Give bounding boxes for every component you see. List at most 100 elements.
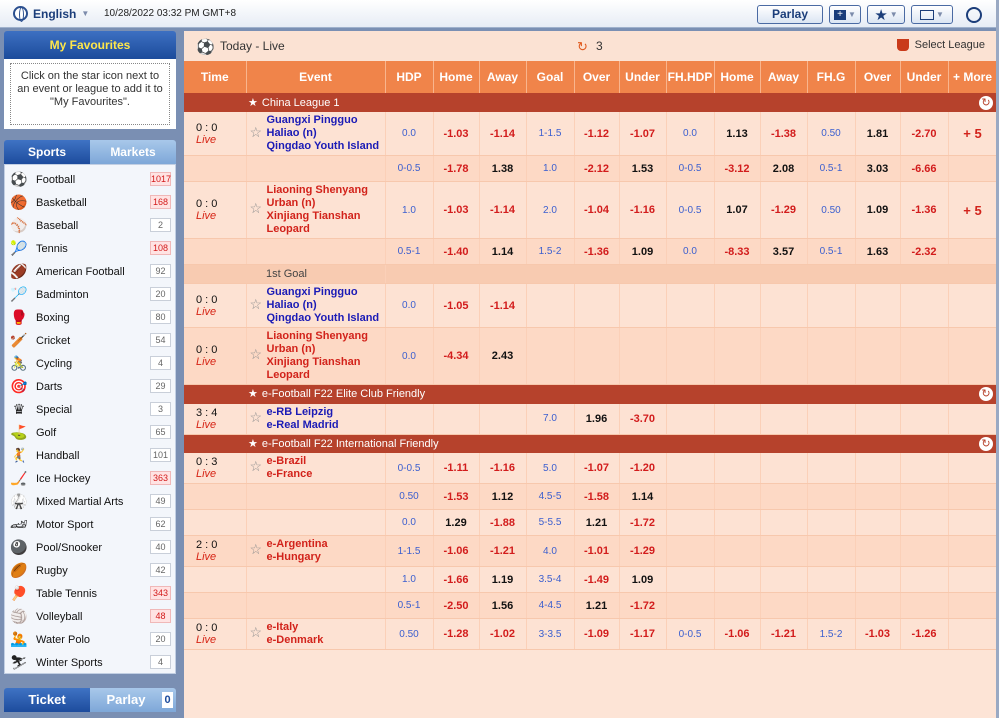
handicap-line[interactable]: 0.50 — [385, 483, 434, 510]
handicap-line[interactable]: 3.5-4 — [526, 566, 575, 593]
odds-cell[interactable]: -2.12 — [574, 155, 620, 182]
odds-cell[interactable]: 2.08 — [760, 155, 808, 182]
more-markets-link[interactable]: + 5 — [948, 181, 996, 239]
home-team[interactable]: e-Brazil — [267, 455, 385, 468]
refresh-icon[interactable]: ↻ — [979, 436, 993, 451]
odds-cell[interactable]: -1.49 — [574, 566, 620, 593]
handicap-line[interactable]: 0-0.5 — [385, 453, 434, 484]
handicap-line[interactable]: 2.0 — [526, 181, 575, 239]
odds-cell[interactable]: 1.53 — [619, 155, 667, 182]
sidebar-item-sport[interactable]: 🎾 Tennis 108 — [5, 237, 175, 260]
sidebar-item-sport[interactable]: 🏓 Table Tennis 343 — [5, 582, 175, 605]
select-league-button[interactable]: Select League — [896, 39, 985, 51]
handicap-line[interactable]: 1-1.5 — [526, 112, 575, 156]
parlay-mode-button[interactable]: Parlay — [757, 5, 823, 24]
handicap-line[interactable]: 7.0 — [526, 403, 575, 435]
sidebar-item-sport[interactable]: ⛷ Winter Sports 4 — [5, 651, 175, 674]
odds-cell[interactable]: -1.14 — [479, 283, 527, 328]
away-team[interactable]: Qingdao Youth Island — [267, 140, 385, 153]
odds-cell[interactable]: -1.03 — [433, 112, 480, 156]
sidebar-item-sport[interactable]: 🥋 Mixed Martial Arts 49 — [5, 490, 175, 513]
sidebar-item-sport[interactable]: ⚽ Football 1017 — [5, 168, 175, 191]
odds-cell[interactable]: -1.16 — [479, 453, 527, 484]
tab-markets[interactable]: Markets — [90, 140, 176, 164]
handicap-line[interactable]: 0-0.5 — [666, 155, 715, 182]
handicap-line[interactable]: 0.0 — [666, 112, 715, 156]
odds-cell[interactable]: -1.03 — [433, 181, 480, 239]
handicap-line[interactable]: 0.0 — [385, 327, 434, 385]
star-icon[interactable]: ☆ — [250, 410, 263, 424]
sidebar-item-sport[interactable]: 🏸 Badminton 20 — [5, 283, 175, 306]
odds-cell[interactable]: -1.03 — [855, 618, 901, 650]
odds-cell[interactable]: -1.11 — [433, 453, 480, 484]
handicap-line[interactable]: 5-5.5 — [526, 509, 575, 536]
away-team[interactable]: e-Denmark — [267, 634, 385, 647]
odds-cell[interactable]: -1.40 — [433, 238, 480, 265]
odds-cell[interactable]: -1.01 — [574, 535, 620, 567]
odds-cell[interactable]: -1.53 — [433, 483, 480, 510]
handicap-line[interactable]: 4-4.5 — [526, 592, 575, 619]
handicap-line[interactable]: 5.0 — [526, 453, 575, 484]
odds-type-button[interactable]: + ▼ — [829, 5, 861, 24]
sidebar-item-sport[interactable]: 🎯 Darts 29 — [5, 375, 175, 398]
odds-cell[interactable]: 1.96 — [574, 403, 620, 435]
odds-cell[interactable]: 1.14 — [619, 483, 667, 510]
away-team[interactable]: e-Hungary — [267, 551, 385, 564]
odds-cell[interactable]: -1.36 — [900, 181, 949, 239]
handicap-line[interactable]: 0.5-1 — [385, 592, 434, 619]
home-team[interactable]: Liaoning Shenyang Urban (n) — [267, 184, 385, 210]
odds-cell[interactable]: 1.56 — [479, 592, 527, 619]
home-team[interactable]: e-Argentina — [267, 538, 385, 551]
handicap-line[interactable]: 0.50 — [385, 618, 434, 650]
handicap-line[interactable]: 1.5-2 — [807, 618, 856, 650]
handicap-line[interactable]: 0.5-1 — [807, 238, 856, 265]
star-icon[interactable]: ★ — [248, 387, 258, 400]
odds-cell[interactable]: -1.29 — [619, 535, 667, 567]
handicap-line[interactable]: 3-3.5 — [526, 618, 575, 650]
odds-cell[interactable]: 1.13 — [714, 112, 761, 156]
odds-cell[interactable]: -1.88 — [479, 509, 527, 536]
handicap-line[interactable]: 1.0 — [385, 566, 434, 593]
sidebar-item-sport[interactable]: 🤽 Water Polo 20 — [5, 628, 175, 651]
odds-cell[interactable]: 1.09 — [619, 238, 667, 265]
star-icon[interactable]: ★ — [248, 437, 258, 450]
handicap-line[interactable]: 0.5-1 — [385, 238, 434, 265]
sidebar-item-sport[interactable]: 🚴 Cycling 4 — [5, 352, 175, 375]
odds-cell[interactable]: 1.29 — [433, 509, 480, 536]
handicap-line[interactable]: 4.0 — [526, 535, 575, 567]
sidebar-item-sport[interactable]: 🏐 Volleyball 48 — [5, 605, 175, 628]
more-markets-link[interactable]: + 5 — [948, 112, 996, 156]
odds-cell[interactable]: -1.38 — [760, 112, 808, 156]
handicap-line[interactable]: 1.0 — [385, 181, 434, 239]
odds-cell[interactable]: -1.16 — [619, 181, 667, 239]
odds-cell[interactable]: -1.78 — [433, 155, 480, 182]
odds-cell[interactable]: -2.50 — [433, 592, 480, 619]
handicap-line[interactable]: 0-0.5 — [666, 181, 715, 239]
odds-cell[interactable]: 1.19 — [479, 566, 527, 593]
odds-cell[interactable]: -1.06 — [433, 535, 480, 567]
handicap-line[interactable]: 0-0.5 — [385, 155, 434, 182]
odds-cell[interactable]: 1.38 — [479, 155, 527, 182]
favourites-button[interactable]: ★ ▼ — [867, 5, 905, 24]
home-team[interactable]: Guangxi Pingguo Haliao (n) — [267, 114, 385, 140]
star-icon[interactable]: ☆ — [250, 347, 263, 361]
handicap-line[interactable]: 0.0 — [666, 238, 715, 265]
odds-cell[interactable]: -1.29 — [760, 181, 808, 239]
handicap-line[interactable]: 1-1.5 — [385, 535, 434, 567]
odds-cell[interactable]: 1.12 — [479, 483, 527, 510]
handicap-line[interactable]: 0.50 — [807, 112, 856, 156]
odds-cell[interactable]: -1.04 — [574, 181, 620, 239]
odds-cell[interactable]: -2.70 — [900, 112, 949, 156]
odds-cell[interactable]: -3.12 — [714, 155, 761, 182]
odds-cell[interactable]: 2.43 — [479, 327, 527, 385]
odds-cell[interactable]: -1.21 — [760, 618, 808, 650]
sidebar-item-sport[interactable]: 🏎 Motor Sport 62 — [5, 513, 175, 536]
sidebar-item-sport[interactable]: 🏒 Ice Hockey 363 — [5, 467, 175, 490]
tab-ticket[interactable]: Ticket — [4, 688, 90, 712]
favourites-header[interactable]: My Favourites — [4, 31, 176, 59]
odds-cell[interactable]: -1.28 — [433, 618, 480, 650]
language-selector[interactable]: English ▼ — [13, 6, 89, 22]
sidebar-item-sport[interactable]: 🏀 Basketball 168 — [5, 191, 175, 214]
odds-cell[interactable]: -1.05 — [433, 283, 480, 328]
tab-parlay[interactable]: Parlay 0 — [90, 688, 176, 712]
